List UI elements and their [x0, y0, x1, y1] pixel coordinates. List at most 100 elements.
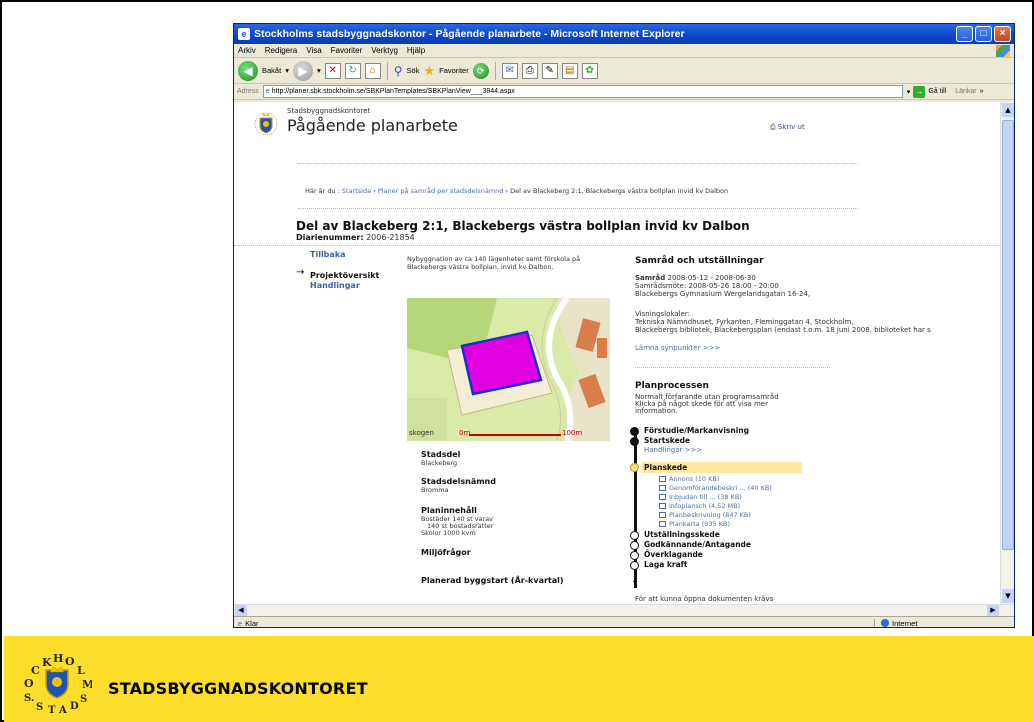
svg-text:L: L: [77, 664, 85, 677]
close-button[interactable]: ×: [994, 26, 1011, 42]
stage-overklagande[interactable]: Överklagande: [644, 550, 703, 559]
back-arrow-icon[interactable]: ◀: [238, 60, 258, 81]
doc-label: Genomförandebeskri ... (40 KB): [669, 484, 772, 492]
visning-line1: Tekniska Nämndhuset, Fyrkanten, Flemingg…: [635, 318, 854, 326]
plan-heading: Del av Blackeberg 2:1, Blackebergs västr…: [296, 219, 750, 233]
vertical-scrollbar[interactable]: ▲ ▼: [1000, 102, 1014, 604]
process-line3: information.: [635, 407, 678, 415]
document-icon: [659, 503, 666, 509]
print-link[interactable]: ⎙ Skriv ut: [770, 123, 805, 132]
stage-startskede[interactable]: Startskede: [644, 436, 690, 445]
address-input[interactable]: e http://planer.sbk.stockholm.se/SBKPlan…: [262, 85, 903, 98]
links-chevron-icon[interactable]: »: [980, 88, 984, 95]
samrad-heading: Samråd och utställningar: [635, 256, 764, 266]
slide: e Stockholms stadsbyggnadskontor - Pågåe…: [0, 0, 1034, 722]
documents-link[interactable]: Handlingar: [310, 281, 360, 290]
scroll-down-icon[interactable]: ▼: [1002, 589, 1014, 603]
footer-band: K H O C L O M S. S T A D S STADSBYGGNADS…: [4, 636, 1034, 722]
menu-verktyg[interactable]: Verktyg: [371, 46, 398, 55]
scroll-left-icon[interactable]: ◀: [235, 605, 247, 616]
stadsdel-label: Stadsdel: [421, 450, 461, 459]
favorites-star-icon[interactable]: ★: [423, 63, 435, 79]
toolbar: ◀ Bakåt ▾ ▶ ▾ ✕ ↻ ⌂ ⚲ Sök ★ Favoriter ⟳ …: [234, 58, 1014, 84]
doc-link[interactable]: Plankarta (935 KB): [659, 520, 730, 528]
doc-label: Plankarta (935 KB): [669, 520, 730, 528]
stage-godkannande[interactable]: Godkännande/Antagande: [644, 540, 751, 549]
samrad-row: Samråd 2008-05-12 - 2008-06-30: [635, 274, 756, 282]
start-handlingar-link[interactable]: Handlingar >>>: [644, 446, 702, 454]
search-icon[interactable]: ⚲: [394, 64, 403, 78]
links-button[interactable]: Länkar: [955, 88, 976, 95]
menu-favoriter[interactable]: Favoriter: [331, 46, 363, 55]
stage-planskede[interactable]: Planskede: [644, 463, 687, 472]
diarie-row: Diarienummer: 2006-21854: [296, 233, 415, 242]
home-icon[interactable]: ⌂: [364, 62, 381, 79]
scroll-up-icon[interactable]: ▲: [1002, 103, 1014, 117]
svg-text:K: K: [42, 656, 52, 669]
back-label[interactable]: Bakåt: [262, 66, 281, 75]
project-overview-link[interactable]: Projektöversikt: [310, 271, 379, 280]
doc-link[interactable]: Infoplansch (4,52 MB): [659, 502, 740, 510]
print-icon[interactable]: ⎙: [521, 62, 538, 79]
minimize-button[interactable]: _: [956, 26, 973, 42]
doc-label: Annons (10 KB): [669, 475, 720, 483]
scroll-right-icon[interactable]: ▶: [987, 605, 999, 616]
breadcrumb: Här är du : Startsida › Planer på samråd…: [305, 187, 845, 195]
back-link[interactable]: Tillbaka: [310, 250, 346, 259]
document-icon: [659, 485, 666, 491]
plan-map[interactable]: skogen 0m 100m: [407, 298, 610, 441]
mail-icon[interactable]: ✉: [501, 62, 518, 79]
breadcrumb-current: Del av Blackeberg 2:1, Blackebergs västr…: [510, 187, 729, 195]
footer-title: STADSBYGGNADSKONTORET: [108, 679, 368, 698]
menu-visa[interactable]: Visa: [306, 46, 321, 55]
search-label[interactable]: Sök: [407, 66, 420, 75]
sdn-value: Bromma: [421, 486, 449, 494]
menu-arkiv[interactable]: Arkiv: [238, 46, 256, 55]
lamna-synpunkter-link[interactable]: Lämna synpunkter >>>: [635, 344, 720, 352]
address-value: http://planer.sbk.stockholm.se/SBKPlanTe…: [271, 88, 515, 95]
samrad-label: Samråd: [635, 274, 666, 282]
refresh-icon[interactable]: ↻: [344, 62, 361, 79]
address-dropdown-icon[interactable]: ▾: [907, 88, 911, 96]
media-icon[interactable]: ⟳: [472, 62, 489, 79]
stage-dot-active: [630, 463, 639, 472]
back-dropdown-icon[interactable]: ▾: [285, 66, 289, 75]
bottom-note: För att kunna öppna dokumenten krävs: [635, 595, 774, 603]
svg-text:O: O: [24, 677, 34, 690]
doc-link[interactable]: Genomförandebeskri ... (40 KB): [659, 484, 772, 492]
maximize-button[interactable]: □: [975, 26, 992, 42]
edit-icon[interactable]: ✎: [541, 62, 558, 79]
scroll-thumb[interactable]: [1002, 120, 1014, 550]
breadcrumb-start[interactable]: Startsida: [342, 187, 371, 195]
forward-arrow-icon[interactable]: ▶: [292, 60, 313, 81]
menu-redigera[interactable]: Redigera: [265, 46, 297, 55]
discuss-icon[interactable]: ▤: [561, 62, 578, 79]
go-arrow-icon[interactable]: →: [913, 85, 926, 98]
breadcrumb-planer[interactable]: Planer på samråd per stadsdelsnämnd: [378, 187, 504, 195]
document-icon: [659, 521, 666, 527]
forward-dropdown-icon[interactable]: ▾: [317, 66, 321, 75]
doc-link[interactable]: Planbeskrivning (847 KB): [659, 511, 751, 519]
stockholm-logo-icon: K H O C L O M S. S T A D S: [24, 652, 92, 714]
planinnehall-line3: Skolor 1000 kvm: [421, 529, 476, 537]
horizontal-scrollbar[interactable]: ◀ ▶: [234, 604, 1014, 616]
svg-text:A: A: [58, 705, 67, 714]
toolbar-separator: [494, 61, 496, 80]
stop-icon[interactable]: ✕: [324, 62, 341, 79]
print-label: Skriv ut: [777, 123, 805, 131]
byggstart-label: Planerad byggstart (År-kvartal): [421, 576, 564, 585]
stage-utstallning[interactable]: Utställningsskede: [644, 530, 720, 539]
svg-text:T: T: [48, 705, 56, 714]
go-button[interactable]: Gå till: [928, 88, 946, 95]
stage-laga-kraft[interactable]: Laga kraft: [644, 560, 687, 569]
doc-link[interactable]: Inbjudan till ... (38 KB): [659, 493, 742, 501]
address-bar: Adress e http://planer.sbk.stockholm.se/…: [234, 84, 1014, 100]
menu-hjalp[interactable]: Hjälp: [407, 46, 425, 55]
messenger-icon[interactable]: ✿: [581, 62, 598, 79]
stage-forstudie[interactable]: Förstudie/Markanvisning: [644, 426, 749, 435]
visning-label: Visningslokaler:: [635, 310, 690, 318]
favorites-label[interactable]: Favoriter: [439, 66, 469, 75]
samrad-dates: 2008-05-12 - 2008-06-30: [667, 274, 756, 282]
doc-link[interactable]: Annons (10 KB): [659, 475, 719, 483]
doc-label: Planbeskrivning (847 KB): [669, 511, 751, 519]
